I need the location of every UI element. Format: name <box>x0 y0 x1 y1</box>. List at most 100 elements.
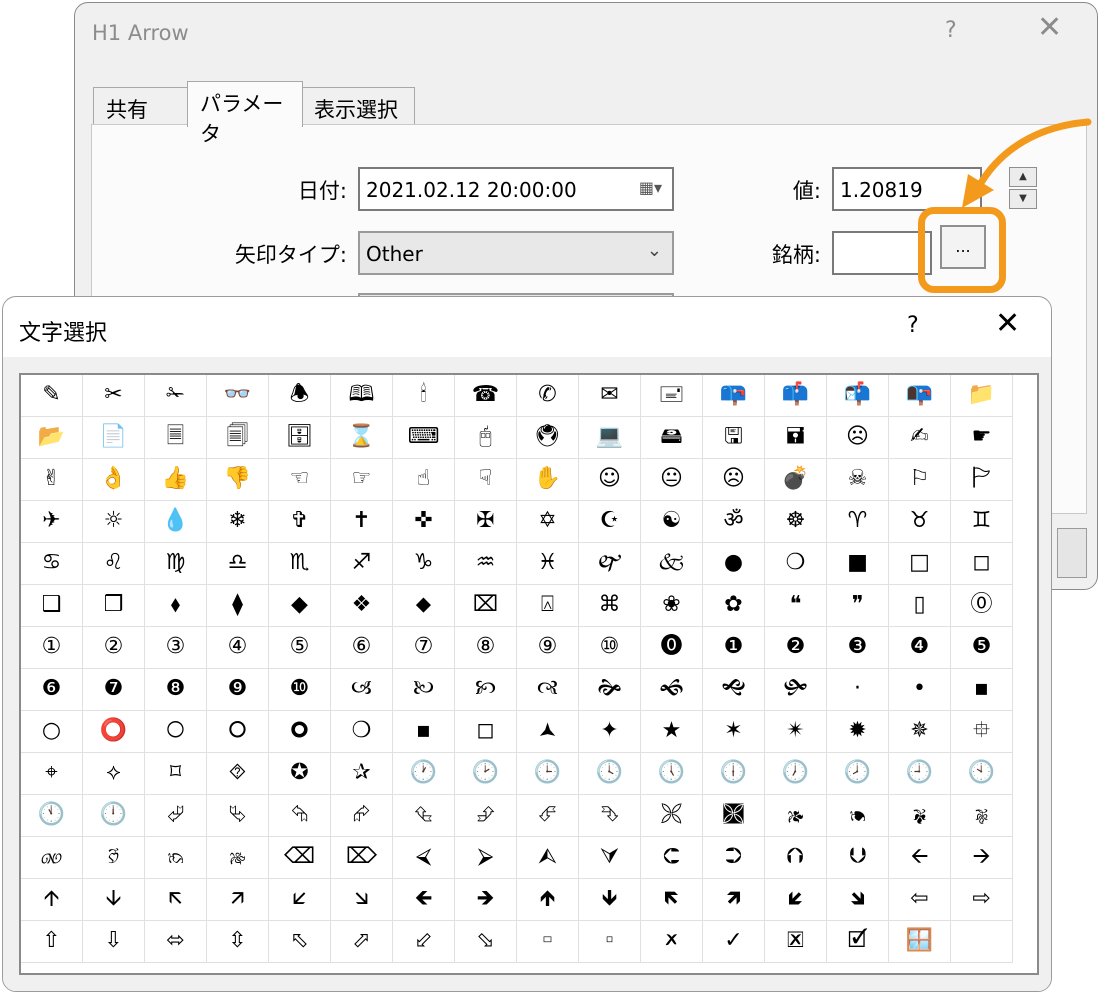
symbol-cell[interactable]: ◻ <box>951 543 1013 585</box>
symbol-cell[interactable]: ⓪ <box>951 585 1013 627</box>
symbol-cell[interactable]: ❷ <box>765 627 827 669</box>
symbol-cell[interactable]: ⯑ <box>207 753 269 795</box>
symbol-cell[interactable]: 🙡 <box>455 669 517 711</box>
symbol-cell[interactable]: 🙜 <box>641 669 703 711</box>
symbol-cell[interactable]: ✝ <box>331 501 393 543</box>
symbol-cell[interactable]: 🗐 <box>207 417 269 459</box>
symbol-cell[interactable]: 🕗 <box>827 753 889 795</box>
symbol-cell[interactable]: 🟂 <box>517 711 579 753</box>
symbol-cell[interactable]: ☞ <box>331 459 393 501</box>
symbol-cell[interactable]: 🙒 <box>145 837 207 879</box>
symbol-cell[interactable]: 🕛 <box>83 795 145 837</box>
symbol-cell[interactable]: ⧫ <box>207 585 269 627</box>
symbol-cell[interactable]: 👎 <box>207 459 269 501</box>
symbol-cell[interactable]: ⚐ <box>889 459 951 501</box>
symbol-cell[interactable]: 🕯 <box>393 375 455 417</box>
symbol-cell[interactable]: 🕓 <box>579 753 641 795</box>
symbol-cell[interactable]: ⬄ <box>145 921 207 963</box>
symbol-cell[interactable]: 🢭 <box>579 921 641 963</box>
symbol-cell[interactable]: ③ <box>145 627 207 669</box>
symbol-cell[interactable]: ▪ <box>393 711 455 753</box>
symbol-cell[interactable]: ⬂ <box>455 921 517 963</box>
date-field[interactable]: 2021.02.12 20:00:00 ▦▾ <box>358 167 674 211</box>
symbol-cell[interactable]: ❺ <box>951 627 1013 669</box>
symbol-cell[interactable]: ❽ <box>145 669 207 711</box>
symbol-cell[interactable]: ♊ <box>951 501 1013 543</box>
symbol-cell[interactable]: 🕔 <box>641 753 703 795</box>
symbol-cell[interactable]: 🕭 <box>269 375 331 417</box>
symbol-cell[interactable]: ✪ <box>269 753 331 795</box>
symbol-cell[interactable]: 🙑 <box>83 837 145 879</box>
symbol-cell[interactable]: ▯ <box>889 585 951 627</box>
symbol-cell[interactable]: ☛ <box>951 417 1013 459</box>
symbol-cell[interactable]: 💣 <box>765 459 827 501</box>
symbol-cell[interactable]: ○ <box>21 711 83 753</box>
symbol-cell[interactable]: ❿ <box>269 669 331 711</box>
symbol-cell[interactable]: 🙗 <box>889 795 951 837</box>
symbol-cell[interactable]: ♓ <box>517 543 579 585</box>
symbol-cell[interactable]: 🕒 <box>517 753 579 795</box>
symbol-cell[interactable]: ❼ <box>83 669 145 711</box>
symbol-cell[interactable]: ❍ <box>331 711 393 753</box>
symbol-cell[interactable]: 🢬 <box>517 921 579 963</box>
symbol-cell[interactable]: ⮴ <box>393 795 455 837</box>
symbol-cell[interactable]: ♍ <box>145 543 207 585</box>
symbol-cell[interactable]: ☺ <box>579 459 641 501</box>
symbol-cell[interactable]: ❒ <box>83 585 145 627</box>
symbol-cell[interactable]: ✡ <box>517 501 579 543</box>
symbol-cell[interactable]: ♎ <box>207 543 269 585</box>
symbol-cell[interactable]: ⮰ <box>145 795 207 837</box>
symbol-cell[interactable]: ④ <box>207 627 269 669</box>
symbol-cell[interactable]: 🕘 <box>889 753 951 795</box>
symbol-cell[interactable]: ⮉ <box>765 837 827 879</box>
symbol-cell[interactable]: ⌖ <box>21 753 83 795</box>
symbol-cell[interactable]: 👍 <box>145 459 207 501</box>
symbol-cell[interactable]: ❝ <box>765 585 827 627</box>
close-icon[interactable]: ✕ <box>1037 13 1062 43</box>
symbol-cell[interactable]: • <box>889 669 951 711</box>
symbol-cell[interactable]: ⌨ <box>393 417 455 459</box>
symbol-cell[interactable]: 🡺 <box>455 879 517 921</box>
symbol-cell[interactable]: ⑩ <box>579 627 641 669</box>
symbol-cell[interactable]: ☸ <box>765 501 827 543</box>
symbol-cell[interactable]: ❾ <box>207 669 269 711</box>
symbol-cell[interactable]: 🙐 <box>21 837 83 879</box>
symbol-cell[interactable]: 🙣 <box>517 669 579 711</box>
symbol-cell[interactable]: 🙓 <box>207 837 269 879</box>
symbol-cell[interactable]: ✿ <box>703 585 765 627</box>
symbol-cell[interactable]: ☹ <box>827 417 889 459</box>
symbol-cell[interactable]: · <box>827 669 889 711</box>
symbol-cell[interactable]: 🡾 <box>827 879 889 921</box>
symbol-cell[interactable]: ✴ <box>765 711 827 753</box>
symbol-cell[interactable]: 🡫 <box>83 879 145 921</box>
symbol-cell[interactable]: ☟ <box>455 459 517 501</box>
symbol-cell[interactable]: ☼ <box>83 501 145 543</box>
symbol-cell[interactable]: 😐 <box>641 459 703 501</box>
symbol-cell[interactable]: ⮲ <box>269 795 331 837</box>
symbol-cell[interactable]: 🡽 <box>703 879 765 921</box>
symbol-cell[interactable]: ⬃ <box>393 921 455 963</box>
symbol-cell[interactable]: 🏱 <box>951 459 1013 501</box>
symbol-cell[interactable]: ❀ <box>641 585 703 627</box>
symbol-cell[interactable]: ♌ <box>83 543 145 585</box>
symbol-cell[interactable]: ⑨ <box>517 627 579 669</box>
symbol-cell[interactable]: ⇳ <box>207 921 269 963</box>
symbol-cell[interactable]: ✰ <box>331 753 393 795</box>
symbol-cell[interactable]: 🕐 <box>393 753 455 795</box>
symbol-cell[interactable]: ✜ <box>393 501 455 543</box>
symbol-cell[interactable]: 🙵 <box>641 543 703 585</box>
symbol-cell[interactable]: 🕚 <box>21 795 83 837</box>
symbol-cell[interactable]: 🡹 <box>517 879 579 921</box>
symbol-cell[interactable]: ⮙ <box>517 837 579 879</box>
symbol-cell[interactable] <box>951 921 1013 963</box>
symbol-cell[interactable]: ⬧ <box>145 585 207 627</box>
symbol-cell[interactable]: ✦ <box>579 711 641 753</box>
symbol-cell[interactable]: 🡪 <box>951 837 1013 879</box>
symbol-cell[interactable]: ⮶ <box>517 795 579 837</box>
help-button[interactable]: ? <box>907 313 919 338</box>
symbol-cell[interactable]: ② <box>83 627 145 669</box>
symbol-cell[interactable]: ☎ <box>455 375 517 417</box>
symbol-cell[interactable]: ☝ <box>393 459 455 501</box>
symbol-cell[interactable]: 🪟 <box>889 921 951 963</box>
symbol-cell[interactable]: 🙟 <box>765 669 827 711</box>
